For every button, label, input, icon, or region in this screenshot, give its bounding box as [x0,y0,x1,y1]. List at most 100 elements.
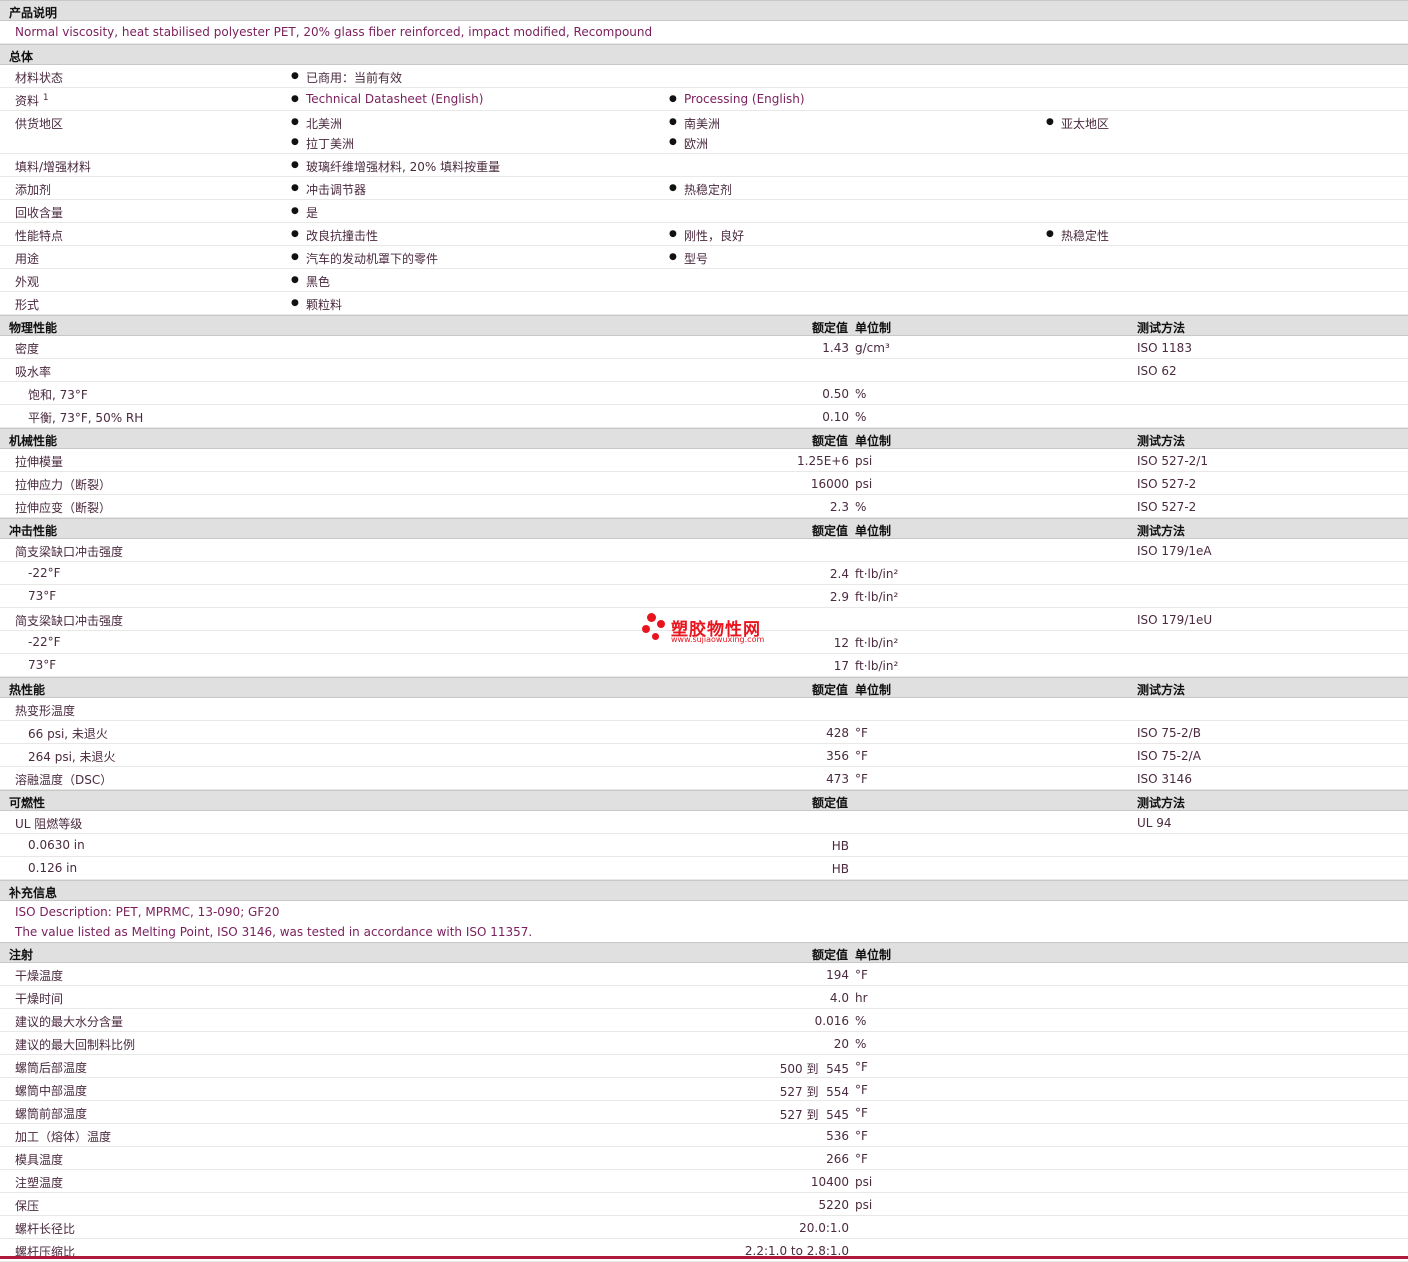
row-value: 2.9 [829,590,849,604]
section-header-supplement: 补充信息 [0,880,1408,901]
row-method: ISO 75-2/B [1137,726,1201,740]
row-value: 527 到 554 [779,1085,849,1099]
row-label: 73°F [28,658,57,672]
table-row: 264 psi, 未退火 356 °F ISO 75-2/A [0,744,1408,767]
row-unit: °F [855,1129,868,1143]
bullet-item: 热稳定性 [1046,227,1109,244]
section-header-general: 总体 [0,44,1408,65]
row-label: 干燥时间 [15,992,64,1006]
row-value: 4.0 [829,991,849,1005]
section-header-mechanical: 机械性能 额定值 单位制 测试方法 [0,428,1408,449]
row-unit: ft·lb/in² [855,590,899,604]
row-value: 428 [826,726,849,740]
row-unit: psi [855,1175,873,1189]
row-value: 536 [826,1129,849,1143]
table-row: 66 psi, 未退火 428 °F ISO 75-2/B [0,721,1408,744]
table-row: 保压 5220 psi [0,1193,1408,1216]
row-label: 拉伸模量 [15,455,64,469]
row-label: 73°F [28,589,57,603]
bullet-item: 热稳定剂 [669,181,732,198]
general-row-documents: 资料 1 Technical Datasheet (English) Proce… [0,88,1408,111]
iso-description-text: ISO Description: PET, MPRMC, 13-090; GF2… [15,905,280,919]
row-label: -22°F [28,635,61,649]
bullet-item: 改良抗撞击性 [291,227,378,244]
row-value: 356 [826,749,849,763]
watermark-url: www.sujiaowuxing.com [671,635,765,644]
row-value: 1.43 [822,341,849,355]
row-label: 供货地区 [15,117,64,131]
bullet-item: 欧洲 [669,135,708,152]
bullet-item: 颗粒料 [291,296,342,313]
row-label: 建议的最大回制料比例 [15,1038,136,1052]
section-header-physical: 物理性能 额定值 单位制 测试方法 [0,315,1408,336]
table-row: 平衡, 73°F, 50% RH 0.10% [0,405,1408,428]
col-header-unit: 单位制 [855,683,892,697]
logo-dot [642,625,650,633]
row-label: 密度 [15,342,40,356]
row-unit: % [855,1014,867,1028]
row-value: 194 [826,968,849,982]
row-value: 20.0:1.0 [799,1221,849,1235]
row-unit: hr [855,991,868,1005]
row-unit: °F [855,1152,868,1166]
general-row-uses: 用途 汽车的发动机罩下的零件 型号 [0,246,1408,269]
general-row-filler: 填料/增强材料 玻璃纤维增强材料, 20% 填料按重量 [0,154,1408,177]
row-label: 性能特点 [15,229,64,243]
col-header-unit: 单位制 [855,434,892,448]
row-unit: % [855,387,867,401]
table-row: 模具温度 266 °F [0,1147,1408,1170]
row-label: 螺筒中部温度 [15,1084,88,1098]
row-label: 拉伸应力（断裂） [15,478,112,492]
note-row: ISO Description: PET, MPRMC, 13-090; GF2… [0,901,1408,921]
row-label: 热变形温度 [15,704,76,718]
general-row-features: 性能特点 改良抗撞击性 刚性，良好 热稳定性 [0,223,1408,246]
row-unit: % [855,500,867,514]
table-row: 干燥时间 4.0 hr [0,986,1408,1009]
row-method: ISO 527-2 [1137,477,1197,491]
general-row-status: 材料状态 已商用：当前有效 [0,65,1408,88]
row-value: 500 到 545 [779,1062,849,1076]
processing-link[interactable]: Processing (English) [669,92,805,106]
technical-datasheet-link[interactable]: Technical Datasheet (English) [291,92,483,106]
bullet-item: 黑色 [291,273,330,290]
table-row: 溶融温度（DSC） 473 °F ISO 3146 [0,767,1408,790]
row-label: 模具温度 [15,1153,64,1167]
table-row: 0.126 in HB [0,857,1408,880]
general-row-availability: 供货地区 北美洲 南美洲 亚太地区 拉丁美洲 欧洲 [0,111,1408,154]
col-header-value: 额定值 [811,948,848,962]
table-row: 干燥温度 194 °F [0,963,1408,986]
section-header-injection: 注射 额定值 单位制 [0,942,1408,963]
row-label: 0.126 in [28,861,78,875]
row-label: 饱和, 73°F [28,388,88,402]
table-row: 73°F 2.9 ft·lb/in² [0,585,1408,608]
table-row: 吸水率 ISO 62 [0,359,1408,382]
footnote-marker: 1 [42,93,49,103]
row-unit: °F [855,726,868,740]
bullet-item: 已商用：当前有效 [291,69,402,86]
table-row: 0.0630 in HB [0,834,1408,857]
note-row: The value listed as Melting Point, ISO 3… [0,921,1408,942]
row-method: ISO 75-2/A [1137,749,1201,763]
table-row: 注塑温度 10400 psi [0,1170,1408,1193]
table-row: -22°F 2.4 ft·lb/in² [0,562,1408,585]
general-row-appearance: 外观 黑色 [0,269,1408,292]
table-row: 拉伸应力（断裂） 16000 psi ISO 527-2 [0,472,1408,495]
table-row: 建议的最大水分含量 0.016% [0,1009,1408,1032]
row-unit: ft·lb/in² [855,659,899,673]
row-unit: °F [855,1083,868,1097]
row-method: ISO 62 [1137,364,1177,378]
row-label: 66 psi, 未退火 [28,727,108,741]
row-label: -22°F [28,566,61,580]
table-row: 拉伸应变（断裂） 2.3% ISO 527-2 [0,495,1408,518]
row-value: HB [831,862,849,876]
row-method: UL 94 [1137,816,1172,830]
row-value: 1.25E+6 [797,454,849,468]
row-label: 建议的最大水分含量 [15,1015,124,1029]
row-label: 简支梁缺口冲击强度 [15,545,124,559]
row-value: 473 [826,772,849,786]
section-header-flammability: 可燃性 额定值 测试方法 [0,790,1408,811]
row-value: 266 [826,1152,849,1166]
row-value: 10400 [810,1175,849,1189]
col-header-unit: 单位制 [855,524,892,538]
row-label: 填料/增强材料 [15,160,92,174]
